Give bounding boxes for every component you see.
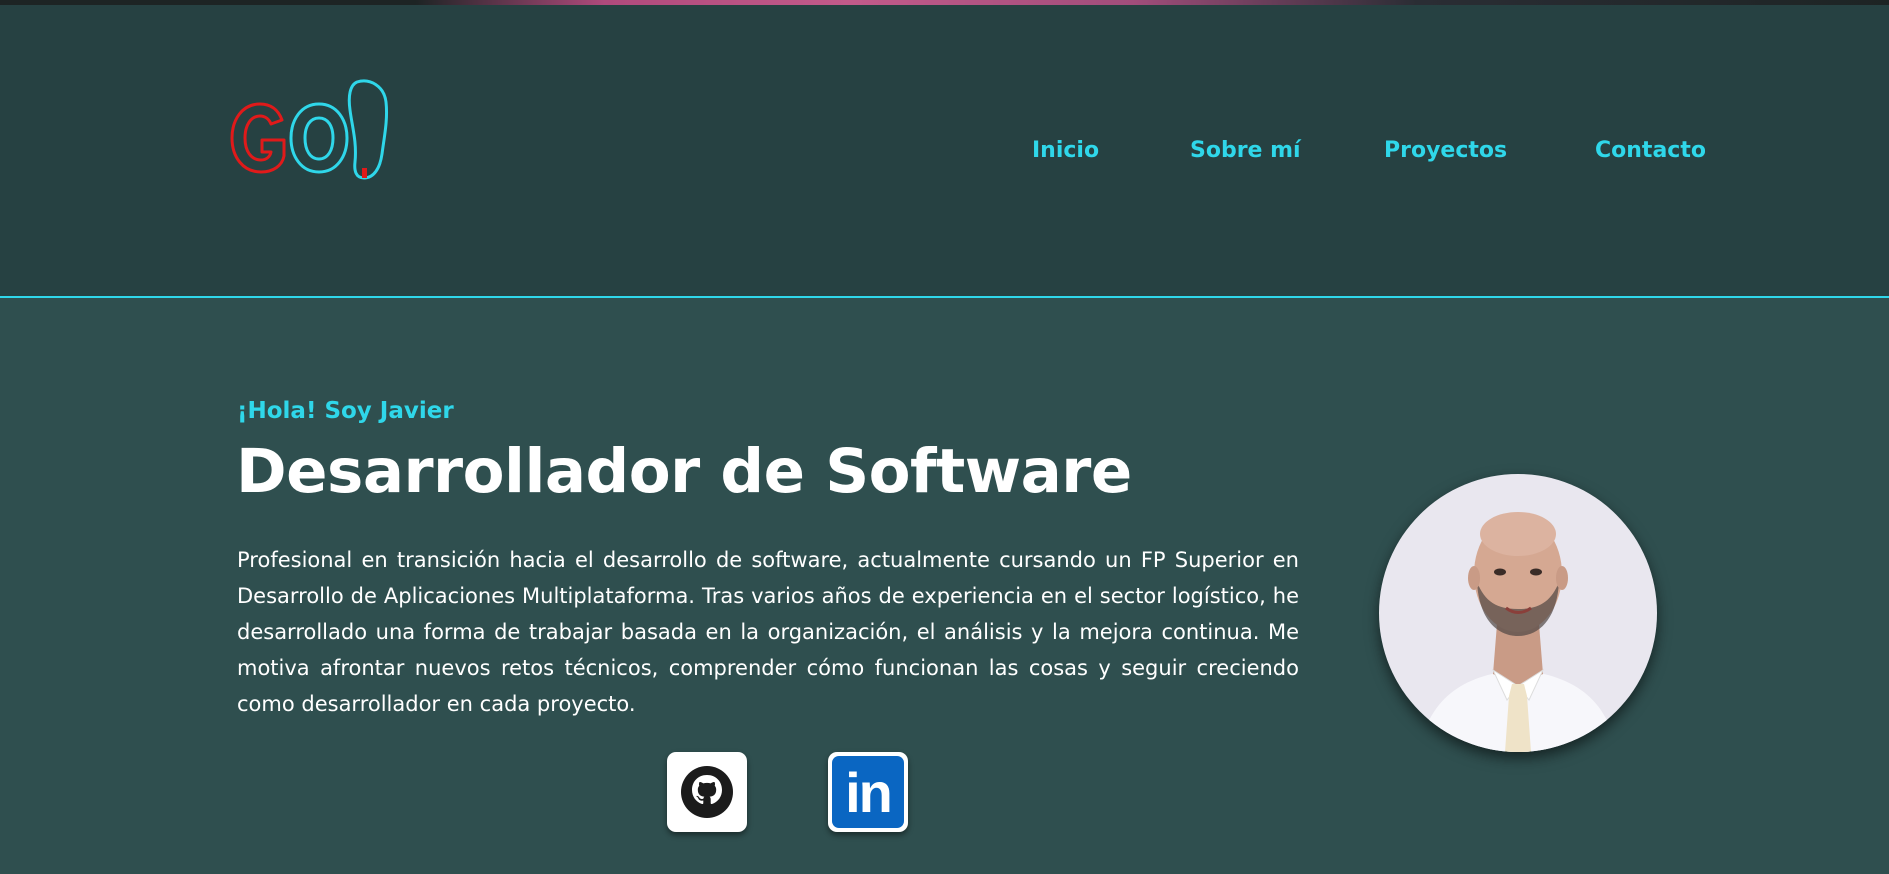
hero-title: Desarrollador de Software (236, 436, 1132, 507)
nav-item-contacto[interactable]: Contacto (1595, 138, 1706, 163)
github-link[interactable] (667, 752, 747, 832)
site-header: Inicio Sobre mí Proyectos Contacto (0, 5, 1889, 298)
nav-item-sobre-mi[interactable]: Sobre mí (1190, 138, 1301, 163)
linkedin-link[interactable]: in (828, 752, 908, 832)
github-icon (681, 766, 733, 818)
linkedin-icon: in (832, 756, 904, 828)
nav-item-inicio[interactable]: Inicio (1032, 138, 1099, 163)
profile-photo (1379, 474, 1657, 752)
hero-greeting: ¡Hola! Soy Javier (237, 398, 454, 424)
hero-section: ¡Hola! Soy Javier Desarrollador de Softw… (0, 298, 1889, 874)
hero-bio: Profesional en transición hacia el desar… (237, 548, 1299, 716)
main-nav: Inicio Sobre mí Proyectos Contacto (0, 138, 1889, 178)
profile-photo-icon (1379, 474, 1657, 752)
nav-item-proyectos[interactable]: Proyectos (1384, 138, 1507, 163)
